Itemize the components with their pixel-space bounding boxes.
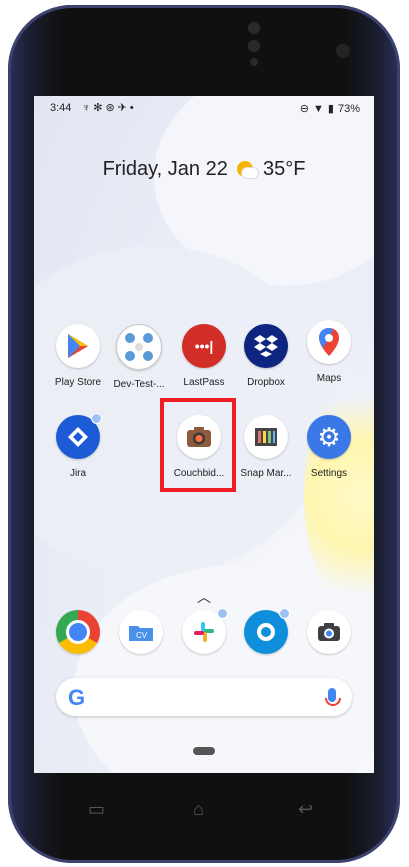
battery-icon: ▮ <box>327 103 334 115</box>
back-icon[interactable]: ↩ <box>298 799 313 820</box>
app-play-store[interactable]: Play Store <box>47 324 109 388</box>
app-dev-test[interactable]: Dev-Test-... <box>108 324 170 390</box>
earpiece-speaker <box>248 22 262 72</box>
folder-icon: CV <box>119 610 163 654</box>
app-jira[interactable]: Jira <box>47 413 109 479</box>
app-settings[interactable]: ⚙ Settings <box>298 415 360 479</box>
app-label: Dev-Test-... <box>113 379 165 390</box>
front-camera <box>336 44 350 58</box>
app-dropbox[interactable]: Dropbox <box>235 324 297 388</box>
dock-camera[interactable] <box>298 610 360 654</box>
app-maps[interactable]: Maps <box>298 320 360 384</box>
google-search-bar[interactable]: G <box>56 678 352 716</box>
notification-icons: ♆✻⊛✈• <box>82 102 137 114</box>
home-icon[interactable]: ⌂ <box>193 799 204 820</box>
home-screen: 3:44 ♆✻⊛✈• ⊖ ▼ ▮ 73% Friday, Jan 22 35°F… <box>34 96 374 773</box>
dock-chrome[interactable] <box>47 610 109 654</box>
at-a-glance-widget[interactable]: Friday, Jan 22 35°F <box>34 158 374 181</box>
weather-icon <box>237 161 260 179</box>
status-time: 3:44 <box>50 102 72 114</box>
dock-files[interactable]: CV <box>110 610 172 654</box>
app-label: Snap Mar... <box>240 468 292 479</box>
battery-percent: 73% <box>337 102 360 115</box>
notification-dot <box>279 608 290 619</box>
app-lastpass[interactable]: •••| LastPass <box>173 324 235 388</box>
google-g-icon[interactable]: G <box>68 685 85 711</box>
status-bar: 3:44 ♆✻⊛✈• ⊖ ▼ ▮ 73% <box>34 96 374 118</box>
dropbox-icon <box>244 324 288 368</box>
app-drawer-chevron-icon[interactable]: ︿ <box>197 587 211 607</box>
gesture-handle[interactable] <box>193 747 215 755</box>
lastpass-icon: •••| <box>182 324 226 368</box>
wifi-icon: ▼ <box>313 102 324 115</box>
chrome-icon <box>56 610 100 654</box>
app-label: LastPass <box>183 377 225 388</box>
recent-apps-icon[interactable]: ▭ <box>88 799 105 820</box>
dock-slack[interactable] <box>173 608 235 654</box>
notification-dot <box>217 608 228 619</box>
snap-markup-icon <box>244 415 288 459</box>
svg-text:CV: CV <box>136 631 148 640</box>
app-label: Maps <box>316 373 342 384</box>
gear-icon: ⚙ <box>307 415 351 459</box>
selection-highlight-box <box>160 398 236 492</box>
play-store-icon <box>56 324 100 368</box>
notification-dot <box>91 413 102 424</box>
app-label: Dropbox <box>247 377 285 388</box>
app-label: Jira <box>69 468 87 479</box>
app-label: Play Store <box>54 377 102 388</box>
widget-temperature[interactable]: 35°F <box>263 158 305 180</box>
dev-test-icon <box>116 324 162 370</box>
maps-icon <box>307 320 351 364</box>
widget-date[interactable]: Friday, Jan 22 <box>103 158 228 180</box>
microphone-icon[interactable] <box>325 688 341 706</box>
app-label: Settings <box>310 468 348 479</box>
app-snap-markup[interactable]: Snap Mar... <box>235 415 297 479</box>
camera-icon <box>307 610 351 654</box>
dnd-icon: ⊖ <box>299 103 310 115</box>
dock-messaging[interactable] <box>235 608 297 654</box>
